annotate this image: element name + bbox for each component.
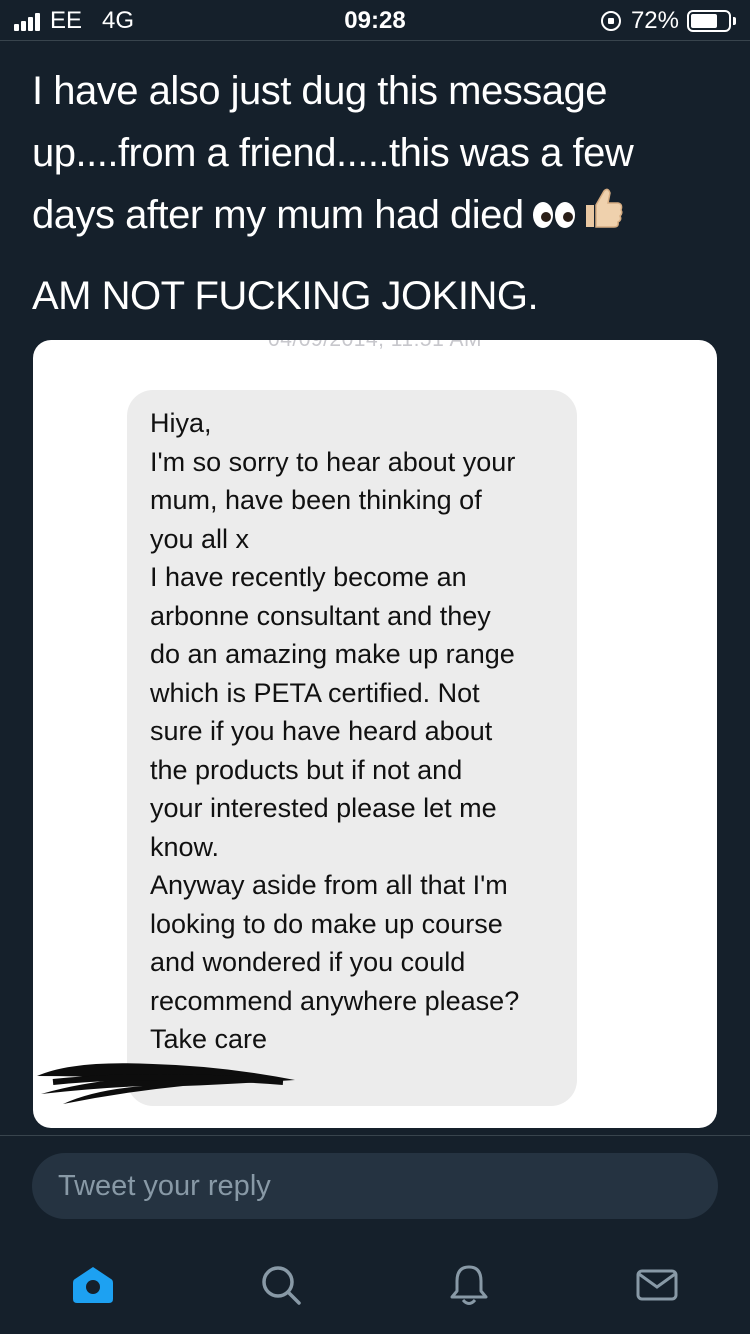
message-line: mum, have been thinking of [150,485,482,515]
tab-notifications[interactable] [444,1260,494,1310]
message-line: which is PETA certified. Not [150,677,480,708]
message-line: arbonne consultant and they [150,600,491,631]
tab-bar [0,1250,750,1320]
message-line: do an amazing make up range [150,639,515,669]
tweet-detail-screen: EE 4G 09:28 72% I have also just dug thi… [0,0,750,1334]
messages-icon [636,1269,678,1301]
eyes-icon [532,186,578,248]
orientation-lock-icon [600,11,621,31]
tweet-line: I have also just dug this message [32,69,607,113]
status-bar: EE 4G 09:28 72% [0,0,750,41]
message-line: know. [150,831,220,862]
message-line: you all x [150,523,250,554]
battery-level [691,14,717,28]
message-line: Hiya, [150,408,212,438]
message-line: Anyway aside from all that I'm [150,870,508,900]
tweet-shout: AM NOT FUCKING JOKING. [32,274,539,319]
redaction-scribble [37,1063,295,1104]
message-timestamp: 04/09/2014, 11:51 AM [33,340,717,352]
notifications-icon [450,1265,488,1305]
tab-search[interactable] [256,1260,306,1310]
status-right: 72% [600,7,736,35]
tweet-line: up....from a friend.....this was a few [32,131,634,175]
tweet-text: I have also just dug this message up....… [32,60,712,327]
message-text: Hiya, I'm so sorry to hear about your mu… [150,404,570,1059]
message-line: the products but if not and [150,754,463,785]
thumbs-up-icon [580,185,624,249]
message-line: recommend anywhere please? [150,985,520,1016]
tweet-media-image[interactable]: 04/09/2014, 11:51 AM Hiya, I'm so sorry … [33,340,717,1128]
search-icon [262,1266,301,1305]
tweet-line-text: days after my mum had died [32,193,524,237]
message-bubble: Hiya, I'm so sorry to hear about your mu… [127,390,577,1106]
tab-messages[interactable] [632,1260,682,1310]
tab-home[interactable] [68,1260,118,1310]
battery-tip [733,17,736,25]
reply-input[interactable]: Tweet your reply [32,1153,718,1219]
message-line: and wondered if you could [150,947,466,977]
message-line: I have recently become an [150,562,467,592]
reply-divider [0,1135,750,1136]
battery-percent: 72% [630,7,679,34]
home-icon [73,1267,113,1303]
message-line: your interested please let me [150,793,497,823]
message-line: sure if you have heard about [150,716,493,746]
message-line: looking to do make up course [150,908,503,939]
message-line: I'm so sorry to hear about your [150,446,516,477]
tweet-line: days after my mum had died [32,184,712,249]
battery-icon [687,10,731,32]
